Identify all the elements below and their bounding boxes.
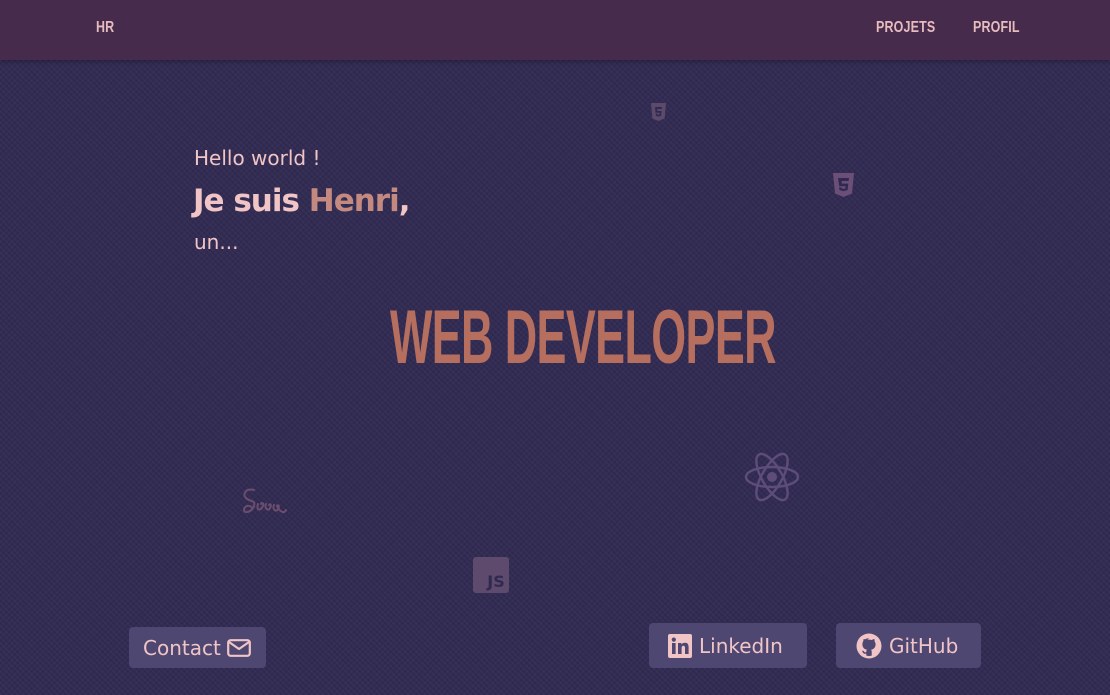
subline-text: un... [194, 230, 239, 254]
intro-heading: Je suis Henri, [193, 183, 411, 219]
github-icon [856, 633, 882, 659]
nav-logo[interactable]: HR [96, 19, 114, 37]
contact-button[interactable]: Contact [129, 627, 266, 668]
navbar: HR PROJETS PROFIL [0, 0, 1110, 60]
javascript-icon: JS [473, 557, 509, 593]
linkedin-icon [668, 633, 692, 658]
contact-button-label: Contact [143, 635, 221, 660]
react-icon [744, 451, 800, 503]
job-title-headline: WEB DEVELOPER [390, 295, 777, 380]
sass-icon [240, 484, 288, 520]
intro-suffix: , [398, 183, 411, 219]
greeting-text: Hello world ! [194, 146, 321, 170]
intro-prefix: Je suis [193, 183, 309, 219]
github-button[interactable]: GitHub [836, 623, 981, 668]
linkedin-button-label: LinkedIn [699, 633, 783, 658]
css3-icon [833, 173, 854, 197]
intro-name: Henri [308, 183, 400, 219]
envelope-icon [226, 638, 251, 657]
nav-link-projets[interactable]: PROJETS [876, 19, 935, 37]
linkedin-button[interactable]: LinkedIn [649, 623, 807, 668]
nav-link-profil[interactable]: PROFIL [973, 19, 1020, 37]
javascript-icon-label: JS [486, 572, 504, 591]
html5-icon [651, 103, 666, 121]
github-button-label: GitHub [889, 633, 959, 658]
